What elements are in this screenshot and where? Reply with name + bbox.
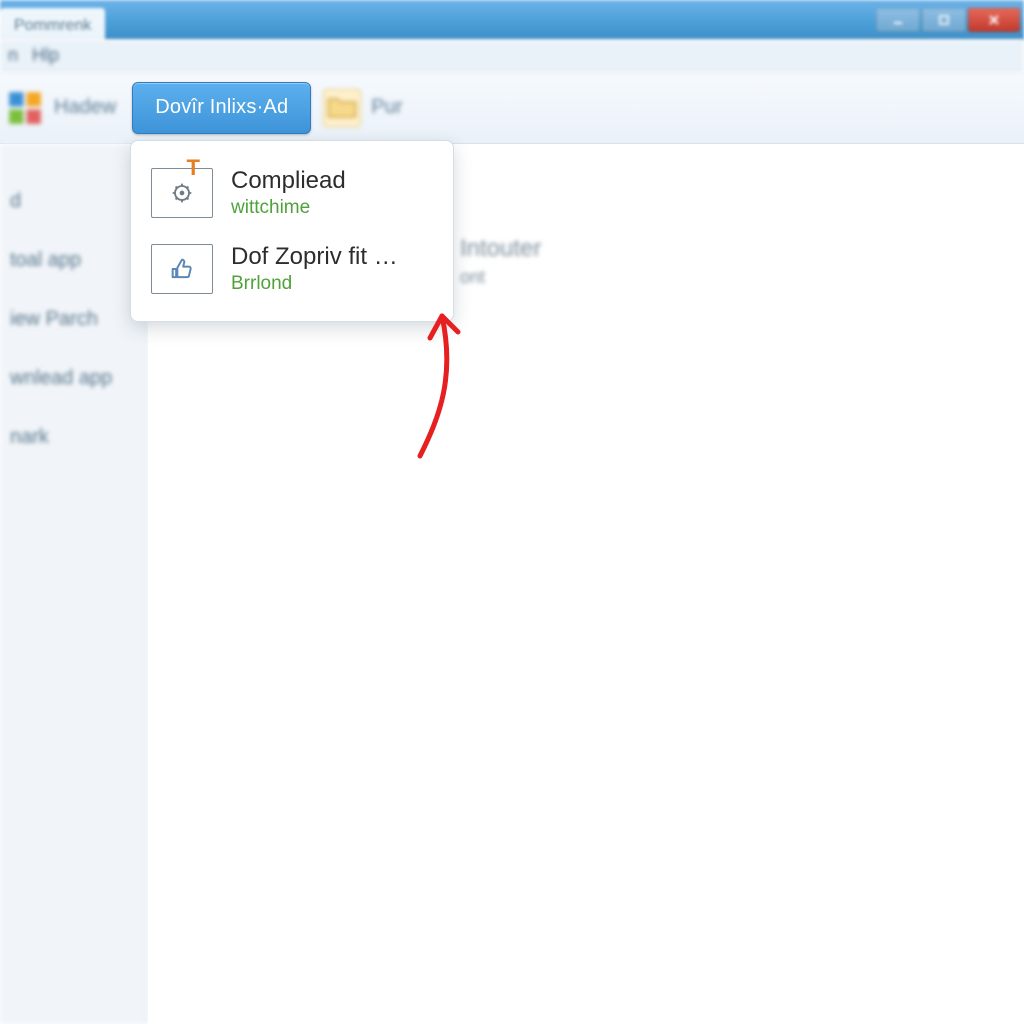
dropdown-item-zopriv[interactable]: Dof Zopriv fit … Brrlond — [135, 231, 449, 307]
dropdown-item-subtitle: wittchime — [231, 197, 346, 219]
folder-icon — [323, 89, 361, 127]
toolbar-right-label[interactable]: Pur — [371, 96, 402, 119]
sidebar-item[interactable]: iew Parch — [0, 290, 147, 349]
badge-t-icon: T — [187, 155, 200, 181]
menu-item[interactable]: Hlp — [32, 45, 59, 66]
dropdown-item-subtitle: Brrlond — [231, 273, 398, 295]
dropdown-item-title: Compliead — [231, 167, 346, 195]
dropdown-item-title: Dof Zopriv fit … — [231, 243, 398, 271]
window-title-text: Pommrenk — [14, 17, 91, 35]
background-text-line: Intouter — [460, 235, 541, 263]
menu-item[interactable]: n — [8, 45, 18, 66]
app-logo-icon — [6, 89, 44, 127]
dropdown-item-text: Compliead wittchime — [231, 167, 346, 219]
sidebar-item[interactable]: wnlead app — [0, 349, 147, 408]
sidebar-item-label: d — [10, 190, 21, 212]
toolbar: Hadew Dovîr Inlixs·Ad Pur — [0, 72, 1024, 144]
sidebar-item-label: iew Parch — [10, 308, 98, 330]
window-title-tab[interactable]: Pommrenk — [0, 8, 105, 40]
sidebar-item-label: toal app — [10, 249, 81, 271]
toolbar-left-label[interactable]: Hadew — [54, 96, 116, 119]
background-text: Intouter ont — [460, 235, 541, 288]
dropdown-item-compliead[interactable]: T Compliead wittchime — [135, 155, 449, 231]
sidebar: d toal app iew Parch wnlead app nark — [0, 144, 148, 1024]
menubar: n Hlp — [0, 40, 1024, 72]
minimize-button[interactable] — [876, 8, 920, 32]
close-button[interactable] — [968, 8, 1020, 32]
sidebar-item[interactable]: toal app — [0, 231, 147, 290]
sidebar-item[interactable]: d — [0, 172, 147, 231]
toolbar-right-group: Pur — [323, 89, 402, 127]
window-titlebar: Pommrenk — [0, 0, 1024, 40]
dropdown-item-text: Dof Zopriv fit … Brrlond — [231, 243, 398, 295]
sidebar-item[interactable]: nark — [0, 408, 147, 467]
dropdown-menu: T Compliead wittchime Dof Zopriv fit … B… — [130, 140, 454, 322]
sidebar-item-label: nark — [10, 426, 49, 448]
toolbar-left-group: Hadew — [6, 89, 116, 127]
window-controls — [876, 8, 1020, 32]
primary-dropdown-button[interactable]: Dovîr Inlixs·Ad — [132, 82, 311, 134]
primary-button-label: Dovîr Inlixs·Ad — [155, 96, 288, 119]
sidebar-item-label: wnlead app — [10, 367, 112, 389]
maximize-button[interactable] — [922, 8, 966, 32]
gear-frame-icon: T — [151, 168, 213, 218]
thumb-frame-icon — [151, 244, 213, 294]
background-text-line: ont — [460, 267, 541, 288]
